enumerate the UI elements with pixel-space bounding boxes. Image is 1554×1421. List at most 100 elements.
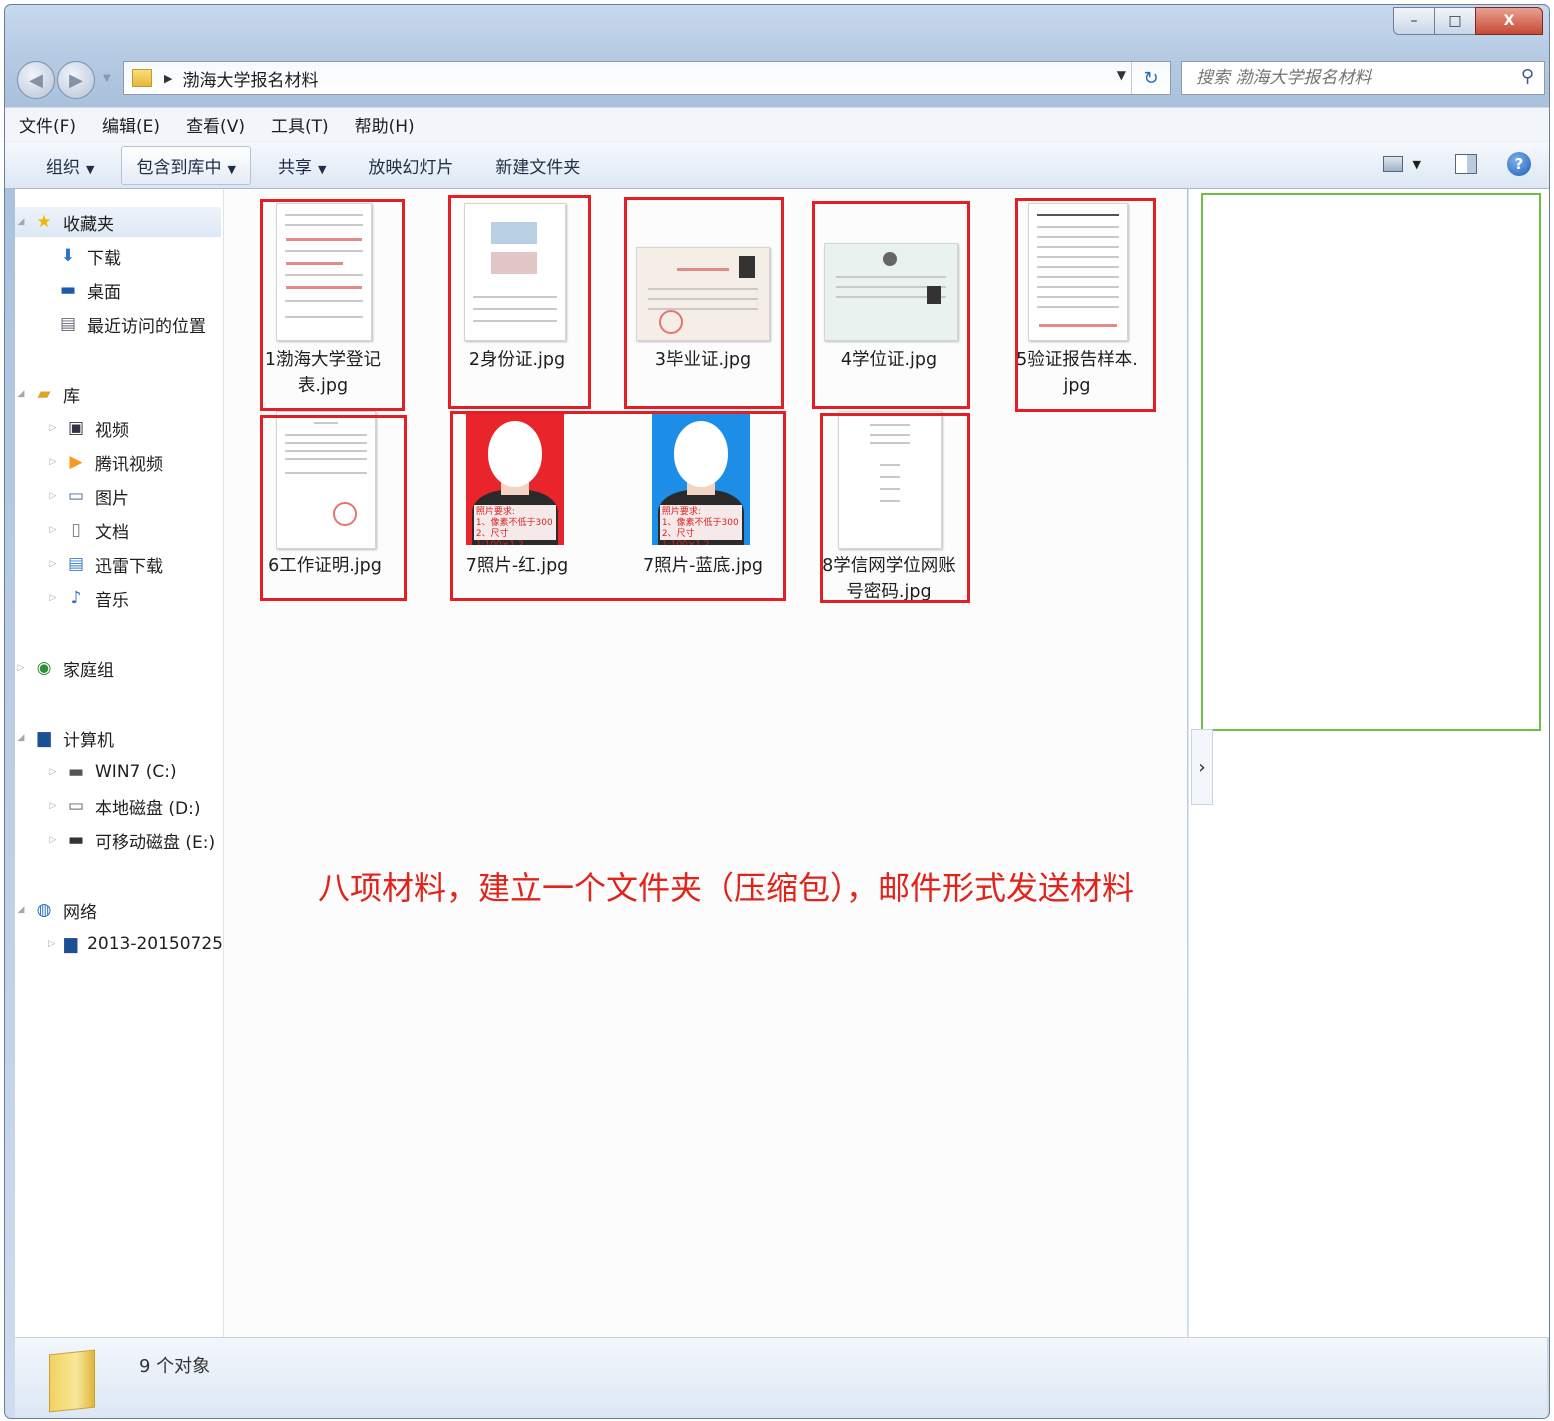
- address-bar[interactable]: ▶ 渤海大学报名材料 ▼ ↻: [123, 61, 1171, 95]
- expand-arrow-icon[interactable]: ▷: [47, 593, 59, 603]
- nav-tencent-video[interactable]: ▷ ▶ 腾讯视频: [47, 447, 163, 477]
- expand-arrow-icon[interactable]: ▷: [47, 423, 59, 433]
- nav-libraries[interactable]: ◢ ▰ 库: [15, 379, 80, 409]
- organize-button[interactable]: 组织 ▼: [31, 146, 109, 185]
- expand-arrow-icon[interactable]: ▷: [15, 663, 27, 673]
- nav-drive-d[interactable]: ▷ ▭ 本地磁盘 (D:): [47, 791, 201, 821]
- breadcrumb-arrow-icon[interactable]: ▶: [164, 72, 172, 85]
- nav-favorites[interactable]: ◢ ★ 收藏夹: [15, 207, 221, 237]
- nav-drive-c[interactable]: ▷ ▬ WIN7 (C:): [47, 757, 177, 787]
- expand-arrow-icon[interactable]: ▷: [47, 835, 59, 845]
- nav-downloads-label: 下载: [87, 248, 121, 269]
- nav-pictures-label: 图片: [95, 488, 129, 509]
- nav-computer-label: 计算机: [63, 730, 114, 751]
- details-pane: 9 个对象: [15, 1337, 1547, 1418]
- include-library-label: 包含到库中: [136, 157, 222, 178]
- nav-videos-label: 视频: [95, 420, 129, 441]
- collapse-arrow-icon[interactable]: ◢: [15, 389, 27, 399]
- nav-drive-d-label: 本地磁盘 (D:): [95, 798, 201, 819]
- collapse-pane-chevron-icon[interactable]: ›: [1191, 729, 1213, 805]
- expand-arrow-icon[interactable]: ▷: [47, 491, 59, 501]
- organize-label: 组织: [46, 157, 80, 178]
- nav-network-pc-label: 2013-20150725: [87, 934, 223, 954]
- nav-xunlei[interactable]: ▷ ▤ 迅雷下载: [47, 549, 163, 579]
- help-icon[interactable]: ?: [1507, 152, 1531, 176]
- breadcrumb-current[interactable]: 渤海大学报名材料: [182, 66, 318, 91]
- menu-file[interactable]: 文件(F): [19, 112, 76, 137]
- preview-highlight-box: [1201, 193, 1541, 731]
- dropdown-caret-icon: ▼: [86, 162, 95, 176]
- nav-videos[interactable]: ▷ ▣ 视频: [47, 413, 129, 443]
- nav-computer[interactable]: ◢ ▆ 计算机: [15, 723, 114, 753]
- address-row: ◀ ▶ ▼ ▶ 渤海大学报名材料 ▼ ↻ ⚲: [15, 59, 1545, 99]
- expand-arrow-icon[interactable]: ▷: [47, 801, 59, 811]
- search-input[interactable]: [1194, 67, 1498, 89]
- menu-edit[interactable]: 编辑(E): [102, 112, 160, 137]
- preview-pane: ›: [1188, 189, 1549, 1337]
- highlight-box-file-5: [1015, 198, 1156, 412]
- dropdown-caret-icon: ▼: [227, 162, 236, 176]
- pictures-icon: ▭: [67, 486, 85, 506]
- recent-pages-dropdown-icon[interactable]: ▼: [103, 73, 111, 84]
- highlight-box-file-8: [820, 413, 970, 603]
- expand-arrow-icon[interactable]: ▷: [47, 939, 56, 949]
- file-list: 1渤海大学登记 表.jpg 2身份证.jpg 3毕业证.jpg 4学位证.jpg …: [224, 189, 1187, 1337]
- star-icon: ★: [36, 212, 52, 232]
- nav-favorites-label: 收藏夹: [63, 214, 114, 235]
- forward-button[interactable]: ▶: [57, 61, 95, 99]
- xunlei-download-icon: ▤: [67, 554, 85, 574]
- item-count: 9 个对象: [139, 1356, 211, 1377]
- collapse-arrow-icon[interactable]: ◢: [15, 733, 27, 743]
- share-button[interactable]: 共享 ▼: [263, 146, 341, 185]
- expand-arrow-icon[interactable]: ▷: [47, 457, 59, 467]
- computer-icon: ▆: [64, 934, 78, 954]
- minimize-button[interactable]: –: [1393, 7, 1435, 35]
- slideshow-button[interactable]: 放映幻灯片: [353, 146, 468, 185]
- forward-arrow-icon: ▶: [69, 69, 83, 91]
- nav-music[interactable]: ▷ ♪ 音乐: [47, 583, 129, 613]
- removable-drive-icon: ▬: [67, 830, 85, 850]
- back-button[interactable]: ◀: [17, 61, 55, 99]
- new-folder-button[interactable]: 新建文件夹: [480, 146, 595, 185]
- expand-arrow-icon[interactable]: ▷: [47, 767, 59, 777]
- menu-help[interactable]: 帮助(H): [355, 112, 415, 137]
- maximize-button[interactable]: □: [1434, 7, 1476, 35]
- refresh-icon[interactable]: ↻: [1131, 62, 1170, 94]
- nav-drive-e[interactable]: ▷ ▬ 可移动磁盘 (E:): [47, 825, 216, 855]
- close-button[interactable]: X: [1475, 7, 1543, 35]
- menu-bar: 文件(F) 编辑(E) 查看(V) 工具(T) 帮助(H): [5, 107, 1549, 141]
- nav-network[interactable]: ◢ ◍ 网络: [15, 895, 97, 925]
- back-arrow-icon: ◀: [29, 69, 43, 91]
- system-drive-icon: ▬: [67, 762, 85, 782]
- nav-network-pc[interactable]: ▷ ▆ 2013-20150725: [47, 929, 223, 959]
- change-view-icon[interactable]: [1382, 156, 1403, 172]
- menu-tools[interactable]: 工具(T): [271, 112, 329, 137]
- address-dropdown-icon[interactable]: ▼: [1117, 68, 1126, 82]
- tencent-video-icon: ▶: [69, 452, 83, 472]
- recent-places-icon: ▤: [59, 314, 77, 334]
- expand-arrow-icon[interactable]: ▷: [47, 559, 59, 569]
- expand-arrow-icon[interactable]: ▷: [47, 525, 59, 535]
- view-controls: ▼ ?: [1382, 152, 1531, 176]
- folder-icon: [132, 69, 152, 87]
- nav-recent-label: 最近访问的位置: [87, 316, 206, 337]
- nav-homegroup[interactable]: ▷ ◉ 家庭组: [15, 653, 114, 683]
- navigation-pane: ◢ ★ 收藏夹 ⬇ 下载 ▬ 桌面 ▤ 最近访问的位置 ◢ ▰ 库 ▷ ▣ 视频 ▷ ▶ 腾讯视频 ▷…: [15, 189, 224, 1337]
- include-in-library-button[interactable]: 包含到库中 ▼: [121, 145, 251, 185]
- nav-recent-places[interactable]: ▤ 最近访问的位置: [57, 309, 206, 339]
- search-box[interactable]: ⚲: [1181, 61, 1545, 95]
- nav-documents[interactable]: ▷ ▯ 文档: [47, 515, 129, 545]
- view-dropdown-icon[interactable]: ▼: [1413, 158, 1421, 171]
- computer-icon: ▆: [37, 728, 51, 748]
- menu-view[interactable]: 查看(V): [186, 112, 245, 137]
- nav-drive-c-label: WIN7 (C:): [95, 762, 177, 782]
- nav-downloads[interactable]: ⬇ 下载: [57, 241, 121, 271]
- video-icon: ▣: [67, 418, 85, 438]
- highlight-box-file-6: [260, 415, 407, 601]
- nav-desktop[interactable]: ▬ 桌面: [57, 275, 121, 305]
- search-icon[interactable]: ⚲: [1521, 66, 1534, 87]
- nav-pictures[interactable]: ▷ ▭ 图片: [47, 481, 129, 511]
- collapse-arrow-icon[interactable]: ◢: [15, 217, 27, 227]
- preview-pane-icon[interactable]: [1455, 154, 1477, 174]
- collapse-arrow-icon[interactable]: ◢: [15, 905, 27, 915]
